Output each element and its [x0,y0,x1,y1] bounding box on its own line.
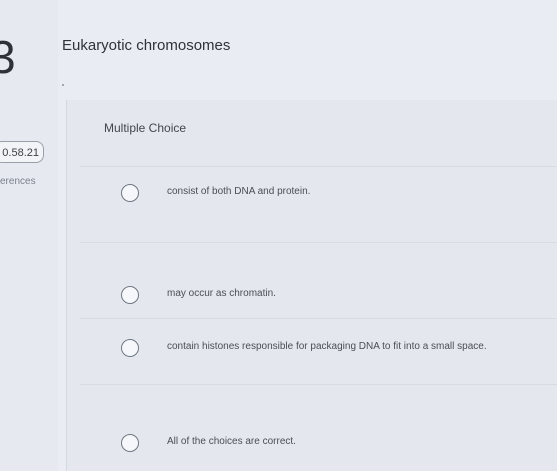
points-badge: 0.58.21 [0,141,44,163]
question-number: 3 [0,31,16,83]
references-label[interactable]: erences [0,176,36,187]
question-title: Eukaryotic chromosomes [62,37,231,54]
option-label: All of the choices are correct. [167,436,296,447]
divider [80,166,557,167]
answer-option[interactable]: may occur as chromatin. [121,280,557,310]
answer-option[interactable]: All of the choices are correct. [121,428,557,458]
option-label: may occur as chromatin. [167,288,276,299]
option-label: contain histones responsible for packagi… [167,341,487,352]
radio-button-icon[interactable] [121,286,139,304]
answer-option[interactable]: contain histones responsible for packagi… [121,333,557,363]
radio-button-icon[interactable] [121,184,139,202]
divider [80,318,557,319]
radio-button-icon[interactable] [121,339,139,357]
divider [80,242,557,243]
answer-option[interactable]: consist of both DNA and protein. [121,178,557,208]
radio-button-icon[interactable] [121,434,139,452]
option-label: consist of both DNA and protein. [167,186,311,197]
divider [80,384,557,385]
question-type-label: Multiple Choice [104,121,187,135]
decorative-dot [62,84,64,86]
